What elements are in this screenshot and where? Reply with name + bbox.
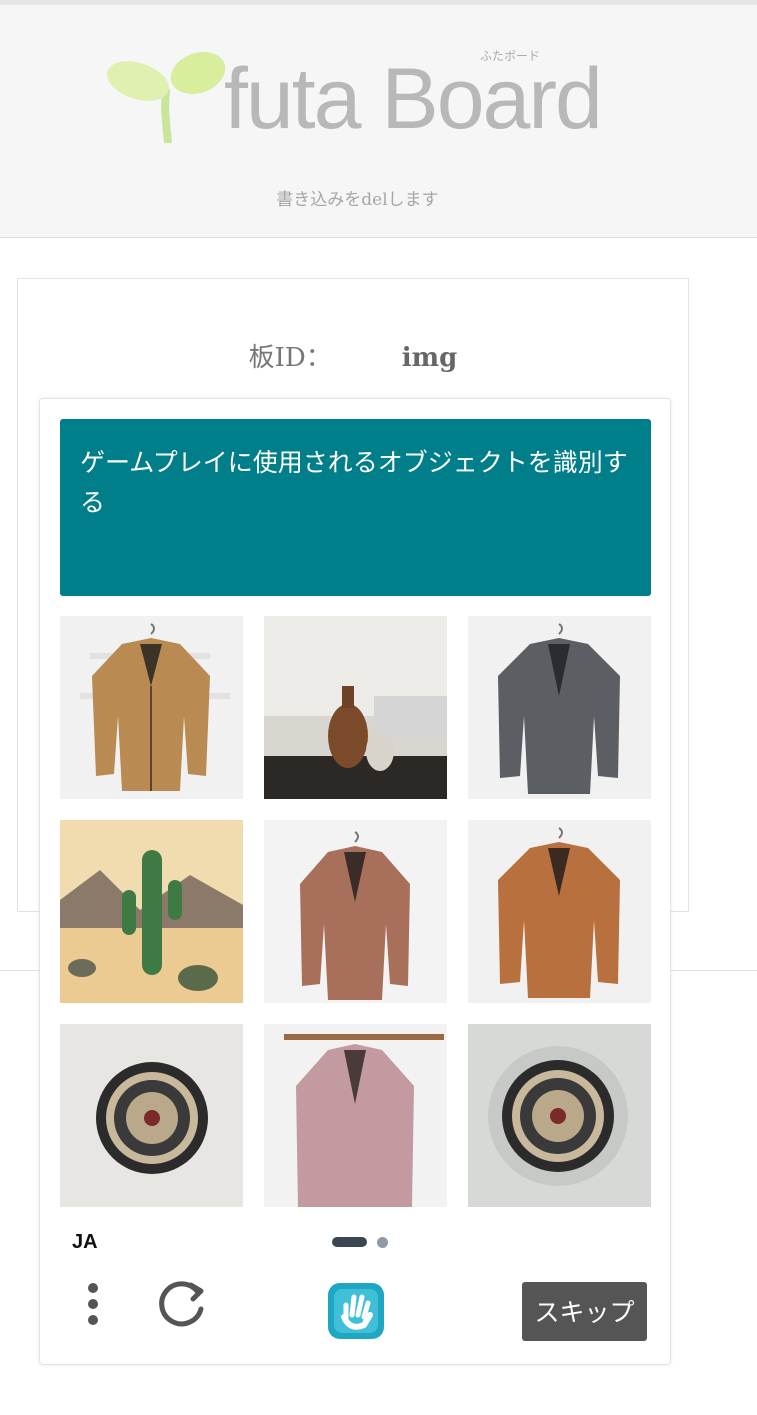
tile-leather-jacket-copper[interactable]	[264, 820, 447, 1003]
hcaptcha-hand-icon[interactable]	[320, 1275, 392, 1347]
vertical-dots-icon[interactable]	[80, 1279, 106, 1339]
board-id-row: 板ID： img	[18, 337, 688, 374]
jacket-image	[468, 616, 651, 799]
board-id-value: img	[401, 343, 458, 373]
jacket-image	[468, 820, 651, 1003]
tile-leather-jacket-plaid[interactable]	[60, 616, 243, 799]
vases-image	[264, 616, 447, 799]
tile-vases-living-room[interactable]	[264, 616, 447, 799]
site-header: futa Board ふたボード 書き込みをdelします	[0, 5, 757, 238]
jacket-image	[264, 820, 447, 1003]
skip-button[interactable]: スキップ	[522, 1282, 647, 1341]
tile-leather-jacket-pink[interactable]	[264, 1024, 447, 1207]
tile-dartboard-1[interactable]	[60, 1024, 243, 1207]
tile-leather-jacket-dark[interactable]	[468, 616, 651, 799]
sprout-icon	[107, 51, 226, 143]
tile-cactus-desert[interactable]	[60, 820, 243, 1003]
tile-dartboard-2[interactable]	[468, 1024, 651, 1207]
page-dot	[377, 1237, 388, 1248]
logo-kana: ふたボード	[480, 49, 541, 63]
board-id-label: 板ID：	[248, 343, 332, 373]
dartboard-image	[60, 1024, 243, 1207]
jacket-image	[264, 1024, 447, 1207]
jacket-image	[60, 616, 243, 799]
captcha-prompt: ゲームプレイに使用されるオブジェクトを識別する	[60, 419, 651, 596]
refresh-icon[interactable]	[155, 1277, 211, 1333]
logo-text: futa Board	[224, 51, 603, 147]
language-selector[interactable]: JA	[72, 1231, 98, 1254]
site-logo[interactable]: futa Board ふたボード	[106, 43, 606, 153]
header-subtitle: 書き込みをdelします	[276, 190, 439, 210]
captcha-dialog: ゲームプレイに使用されるオブジェクトを識別する JA スキップ	[39, 398, 671, 1365]
cactus-image	[60, 820, 243, 1003]
dartboard-image	[468, 1024, 651, 1207]
tile-leather-jacket-orange[interactable]	[468, 820, 651, 1003]
page-dot-active	[332, 1237, 367, 1247]
